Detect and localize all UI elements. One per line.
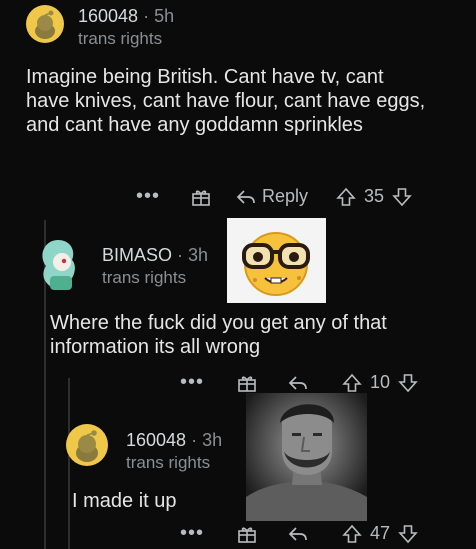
award-icon[interactable]: [236, 523, 258, 545]
more-options-button[interactable]: •••: [180, 371, 204, 394]
user-flair: trans rights: [126, 453, 211, 472]
downvote-icon[interactable]: [392, 187, 412, 207]
username[interactable]: 160048: [78, 6, 138, 26]
comment-header: 160048 · 5h: [78, 6, 174, 27]
username[interactable]: BIMASO: [102, 245, 172, 265]
nerd-face-sticker: [227, 218, 326, 303]
comment-header: 160048 · 3h: [126, 430, 222, 451]
snoo-avatar-icon: [35, 10, 55, 39]
reply-icon: [236, 189, 255, 204]
snoo-avatar-icon: [76, 430, 98, 462]
reply-button[interactable]: [288, 525, 308, 543]
avatar[interactable]: [36, 236, 84, 294]
award-icon[interactable]: [190, 186, 212, 208]
separator: ·: [191, 430, 198, 450]
vote-score: 47: [370, 523, 391, 543]
reply-icon: [288, 375, 307, 390]
reply-label: Reply: [262, 186, 309, 206]
award-icon[interactable]: [236, 372, 258, 394]
upvote-icon[interactable]: [336, 187, 356, 207]
avatar[interactable]: [66, 424, 108, 466]
upvote-icon[interactable]: [342, 524, 362, 544]
comment-age: 3h: [202, 430, 223, 450]
user-flair: trans rights: [102, 268, 187, 287]
gigachad-sticker: [246, 393, 367, 521]
comment-age: 5h: [154, 6, 175, 26]
comment-body: Imagine being British. Cant have tv, can…: [26, 66, 426, 136]
more-options-button[interactable]: •••: [180, 522, 204, 545]
separator: ·: [177, 245, 184, 265]
comment-body: Where the fuck did you get any of that i…: [50, 312, 387, 358]
avatar[interactable]: [26, 5, 64, 43]
comment-age: 3h: [188, 245, 209, 265]
username[interactable]: 160048: [126, 430, 186, 450]
upvote-icon[interactable]: [342, 373, 362, 393]
comment-actions: ••• 10: [180, 371, 450, 394]
nerd-face-emoji-icon: [242, 232, 310, 296]
separator: ·: [143, 6, 150, 26]
reply-button[interactable]: Reply: [236, 186, 308, 207]
gigachad-portrait-icon: [246, 393, 367, 521]
reply-button[interactable]: [288, 374, 308, 392]
user-flair: trans rights: [78, 29, 163, 48]
thread-line: [68, 378, 70, 549]
more-options-button[interactable]: •••: [136, 185, 160, 208]
vote-score: 35: [364, 186, 385, 206]
downvote-icon[interactable]: [398, 373, 418, 393]
vote-score: 10: [370, 372, 391, 392]
comment-actions: ••• Reply 35: [136, 185, 446, 208]
reply-icon: [288, 526, 307, 541]
comment-header: BIMASO · 3h: [102, 245, 208, 266]
comment-body: I made it up: [72, 490, 177, 512]
downvote-icon[interactable]: [398, 524, 418, 544]
anime-avatar-icon: [42, 240, 75, 290]
comment-actions: ••• 47: [180, 522, 450, 545]
